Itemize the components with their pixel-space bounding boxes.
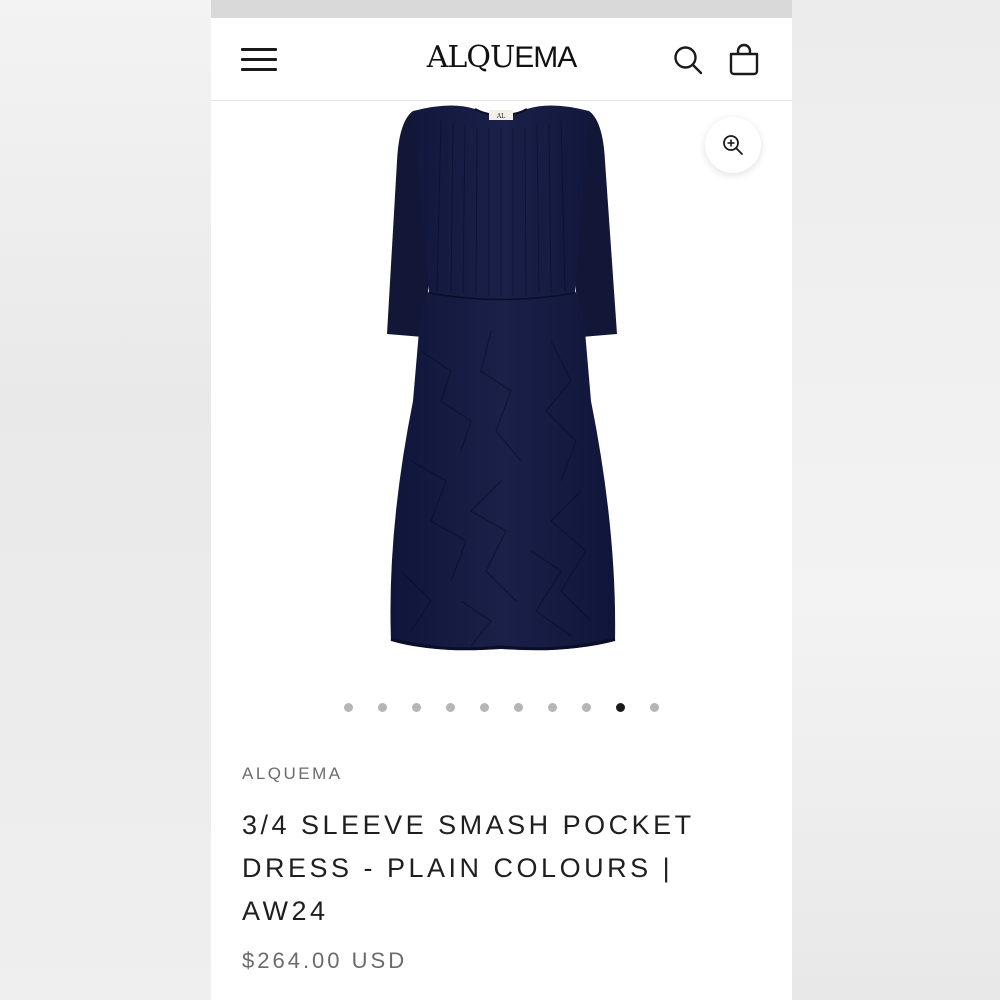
menu-button[interactable] <box>241 46 277 72</box>
gallery-dot-7[interactable] <box>548 703 557 712</box>
background-right <box>792 0 1000 1000</box>
logo-part: QU <box>466 40 515 75</box>
gallery-dot-4[interactable] <box>446 703 455 712</box>
gallery-dot-9-active[interactable] <box>616 703 625 712</box>
gallery-dot-2[interactable] <box>378 703 387 712</box>
gallery-dot-3[interactable] <box>412 703 421 712</box>
gallery-dot-6[interactable] <box>514 703 523 712</box>
product-title: 3/4 SLEEVE SMASH POCKET DRESS - PLAIN CO… <box>242 810 695 926</box>
dress-image: AL <box>387 105 617 651</box>
shopping-bag-icon <box>729 43 759 76</box>
status-strip <box>211 0 792 18</box>
hamburger-line <box>241 68 277 71</box>
gallery-dot-10[interactable] <box>650 703 659 712</box>
dress-label-text: AL <box>496 113 505 120</box>
search-icon <box>674 46 703 75</box>
background-left <box>0 0 211 1000</box>
gallery-dot-8[interactable] <box>582 703 591 712</box>
product-vendor[interactable]: ALQUEMA <box>242 764 343 784</box>
gallery-dot-1[interactable] <box>344 703 353 712</box>
hamburger-line <box>241 58 277 61</box>
gallery-dot-5[interactable] <box>480 703 489 712</box>
search-button[interactable] <box>672 44 704 76</box>
cart-button[interactable] <box>727 42 761 76</box>
store-logo[interactable]: ALQUEMA <box>211 40 792 75</box>
product-image[interactable]: AL <box>371 101 631 656</box>
zoom-in-icon <box>723 135 743 155</box>
logo-part: EMA <box>514 41 577 74</box>
mobile-viewport: ALQUEMA AL ALQUEMA 3/4 SLEEVE SMASH POCK… <box>211 0 792 1000</box>
zoom-button[interactable] <box>705 117 761 173</box>
logo-part: AL <box>426 40 468 75</box>
product-price: $264.00 USD <box>242 948 408 973</box>
hamburger-menu-icon <box>241 48 277 51</box>
site-header: ALQUEMA <box>211 18 792 101</box>
gallery-pagination <box>211 703 792 715</box>
